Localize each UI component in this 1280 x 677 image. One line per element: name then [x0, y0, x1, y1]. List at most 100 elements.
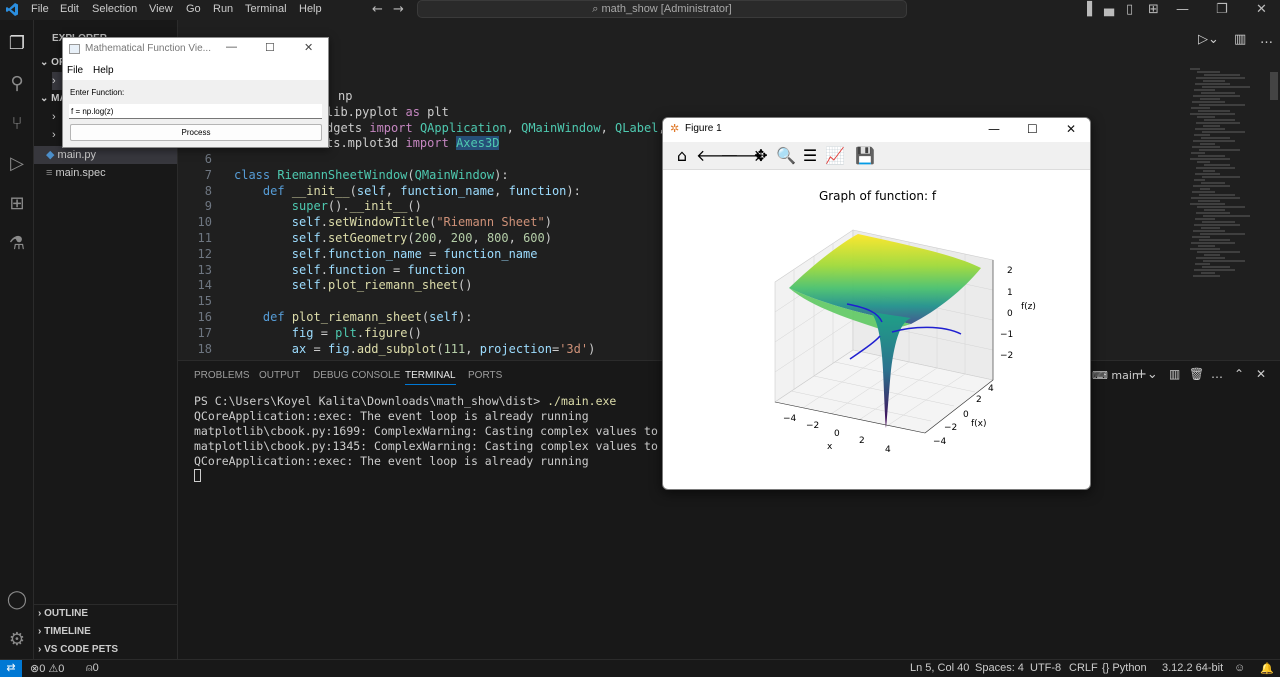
ports-status[interactable]: ⍝0: [86, 662, 99, 675]
minimap-line: [1194, 269, 1235, 271]
split-terminal-icon[interactable]: ▥: [1169, 367, 1180, 381]
run-python-icon[interactable]: ▷⌄: [1198, 32, 1219, 47]
qt-menu-file[interactable]: File: [67, 65, 83, 76]
command-center[interactable]: ⌕ math_show [Administrator]: [417, 0, 907, 18]
outline-section[interactable]: › OUTLINE: [38, 605, 88, 623]
tab-terminal[interactable]: TERMINAL: [405, 370, 456, 385]
function-input[interactable]: [69, 104, 322, 119]
folder-chevron-icon[interactable]: ›: [52, 108, 56, 126]
copilot-icon[interactable]: ☺: [1234, 662, 1245, 674]
home-icon[interactable]: ⌂: [671, 146, 693, 166]
problems-status[interactable]: ⊗0 ⚠0: [30, 662, 64, 675]
close-icon[interactable]: ✕: [1066, 122, 1076, 136]
minimize-icon[interactable]: —: [1176, 2, 1189, 17]
figure-canvas[interactable]: Graph of function: f 2 1 0 −1 −2 f(z) 4 …: [663, 170, 1090, 489]
code-line: lib.pyplot as plt: [326, 104, 449, 119]
menu-terminal[interactable]: Terminal: [245, 3, 287, 15]
timeline-section[interactable]: › TIMELINE: [38, 623, 91, 641]
restore-icon[interactable]: ❐: [1216, 2, 1228, 17]
tab-debug-console[interactable]: DEBUG CONSOLE: [313, 370, 400, 381]
close-panel-icon[interactable]: ✕: [1256, 367, 1266, 381]
minimap-line: [1194, 224, 1240, 226]
toggle-panel-icon[interactable]: ▄: [1104, 2, 1114, 17]
minimap-line: [1197, 71, 1220, 73]
new-terminal-icon[interactable]: +⌄: [1136, 367, 1158, 382]
end-of-line[interactable]: CRLF: [1069, 662, 1098, 674]
terminal-instance[interactable]: ⌨ main: [1092, 369, 1139, 382]
warning-icon: ⚠: [48, 663, 59, 675]
customize-layout-icon[interactable]: ⊞: [1148, 2, 1159, 17]
editor-scrollbar[interactable]: [1270, 72, 1278, 100]
account-icon[interactable]: ◯: [4, 587, 30, 613]
minimap-line: [1193, 140, 1235, 142]
split-editor-icon[interactable]: ▥: [1234, 32, 1246, 47]
save-figure-icon[interactable]: 💾: [854, 146, 876, 166]
process-button[interactable]: Process: [70, 124, 322, 141]
close-icon[interactable]: ✕: [304, 41, 313, 54]
open-editor-item[interactable]: ›: [52, 72, 62, 90]
minimize-icon[interactable]: —: [226, 41, 237, 53]
remote-indicator-icon[interactable]: ⇄: [0, 660, 22, 677]
toggle-sidebar-icon[interactable]: ▐: [1082, 2, 1092, 17]
forward-arrow-icon[interactable]: 🡒: [720, 146, 763, 166]
indentation[interactable]: Spaces: 4: [975, 662, 1024, 674]
search-icon[interactable]: ⚲: [4, 71, 30, 97]
python-interpreter[interactable]: 3.12.2 64-bit: [1162, 662, 1223, 674]
code-text: super().__init__(): [291, 199, 422, 214]
terminal-output-line: QCoreApplication::exec: The event loop i…: [194, 454, 589, 468]
matplotlib-logo-icon: ✲: [670, 122, 680, 135]
minimap-line: [1197, 161, 1210, 163]
minimap-line: [1203, 125, 1220, 127]
menu-edit[interactable]: Edit: [60, 3, 79, 15]
file-main-spec[interactable]: ≡ main.spec: [46, 164, 106, 182]
edit-axis-icon[interactable]: 📈: [824, 146, 846, 166]
minimize-icon[interactable]: —: [988, 122, 1000, 136]
line-number: 15: [197, 294, 212, 309]
menu-selection[interactable]: Selection: [92, 3, 137, 15]
maximize-panel-icon[interactable]: ⌃: [1234, 367, 1244, 381]
source-control-icon[interactable]: ⑂: [4, 111, 30, 137]
tab-ports[interactable]: PORTS: [468, 370, 502, 381]
more-actions-icon[interactable]: …: [1211, 367, 1223, 381]
run-debug-icon[interactable]: ▷: [4, 151, 30, 177]
notifications-icon[interactable]: 🔔: [1260, 662, 1274, 675]
back-arrow-icon[interactable]: 🡐: [696, 146, 739, 166]
language-mode[interactable]: {} Python: [1102, 662, 1147, 674]
more-actions-icon[interactable]: …: [1260, 32, 1273, 47]
minimap-line: [1193, 185, 1230, 187]
minimap-line: [1203, 260, 1245, 262]
minimap[interactable]: [1190, 68, 1268, 288]
encoding[interactable]: UTF-8: [1030, 662, 1061, 674]
menu-file[interactable]: File: [31, 3, 49, 15]
explorer-icon[interactable]: ❐: [4, 31, 30, 57]
tab-problems[interactable]: PROBLEMS: [194, 370, 250, 381]
line-number: 9: [204, 199, 212, 214]
maximize-icon[interactable]: ☐: [1027, 122, 1038, 136]
tab-output[interactable]: OUTPUT: [259, 370, 300, 381]
qt-menu-help[interactable]: Help: [93, 65, 114, 76]
pan-icon[interactable]: ✥: [750, 146, 772, 166]
menu-help[interactable]: Help: [299, 3, 322, 15]
kill-terminal-icon[interactable]: 🗑: [1189, 367, 1204, 381]
cursor-position[interactable]: Ln 5, Col 40: [910, 662, 969, 674]
extensions-icon[interactable]: ⊞: [4, 191, 30, 217]
qt-window-title: Mathematical Function Vie...: [85, 43, 211, 54]
zoom-icon[interactable]: 🔍: [775, 146, 797, 166]
back-arrow-icon[interactable]: ←: [372, 2, 383, 17]
toggle-secondary-sidebar-icon[interactable]: ▯: [1126, 2, 1133, 17]
y-tick-label: −2: [944, 423, 958, 433]
folder-chevron-icon[interactable]: ›: [52, 126, 56, 144]
code-text: self.setGeometry(200, 200, 800, 600): [291, 231, 552, 245]
settings-gear-icon[interactable]: ⚙: [4, 627, 30, 653]
testing-icon[interactable]: ⚗: [4, 231, 30, 257]
forward-arrow-icon[interactable]: →: [393, 2, 404, 17]
maximize-icon[interactable]: ☐: [265, 41, 275, 54]
menu-view[interactable]: View: [149, 3, 173, 15]
vscode-pets-section[interactable]: › VS CODE PETS: [38, 641, 118, 659]
configure-subplots-icon[interactable]: ☰: [799, 146, 821, 166]
minimap-line: [1199, 239, 1230, 241]
file-main-py[interactable]: ◆ main.py: [34, 146, 177, 164]
close-icon[interactable]: ✕: [1256, 2, 1267, 17]
menu-go[interactable]: Go: [186, 3, 201, 15]
menu-run[interactable]: Run: [213, 3, 233, 15]
